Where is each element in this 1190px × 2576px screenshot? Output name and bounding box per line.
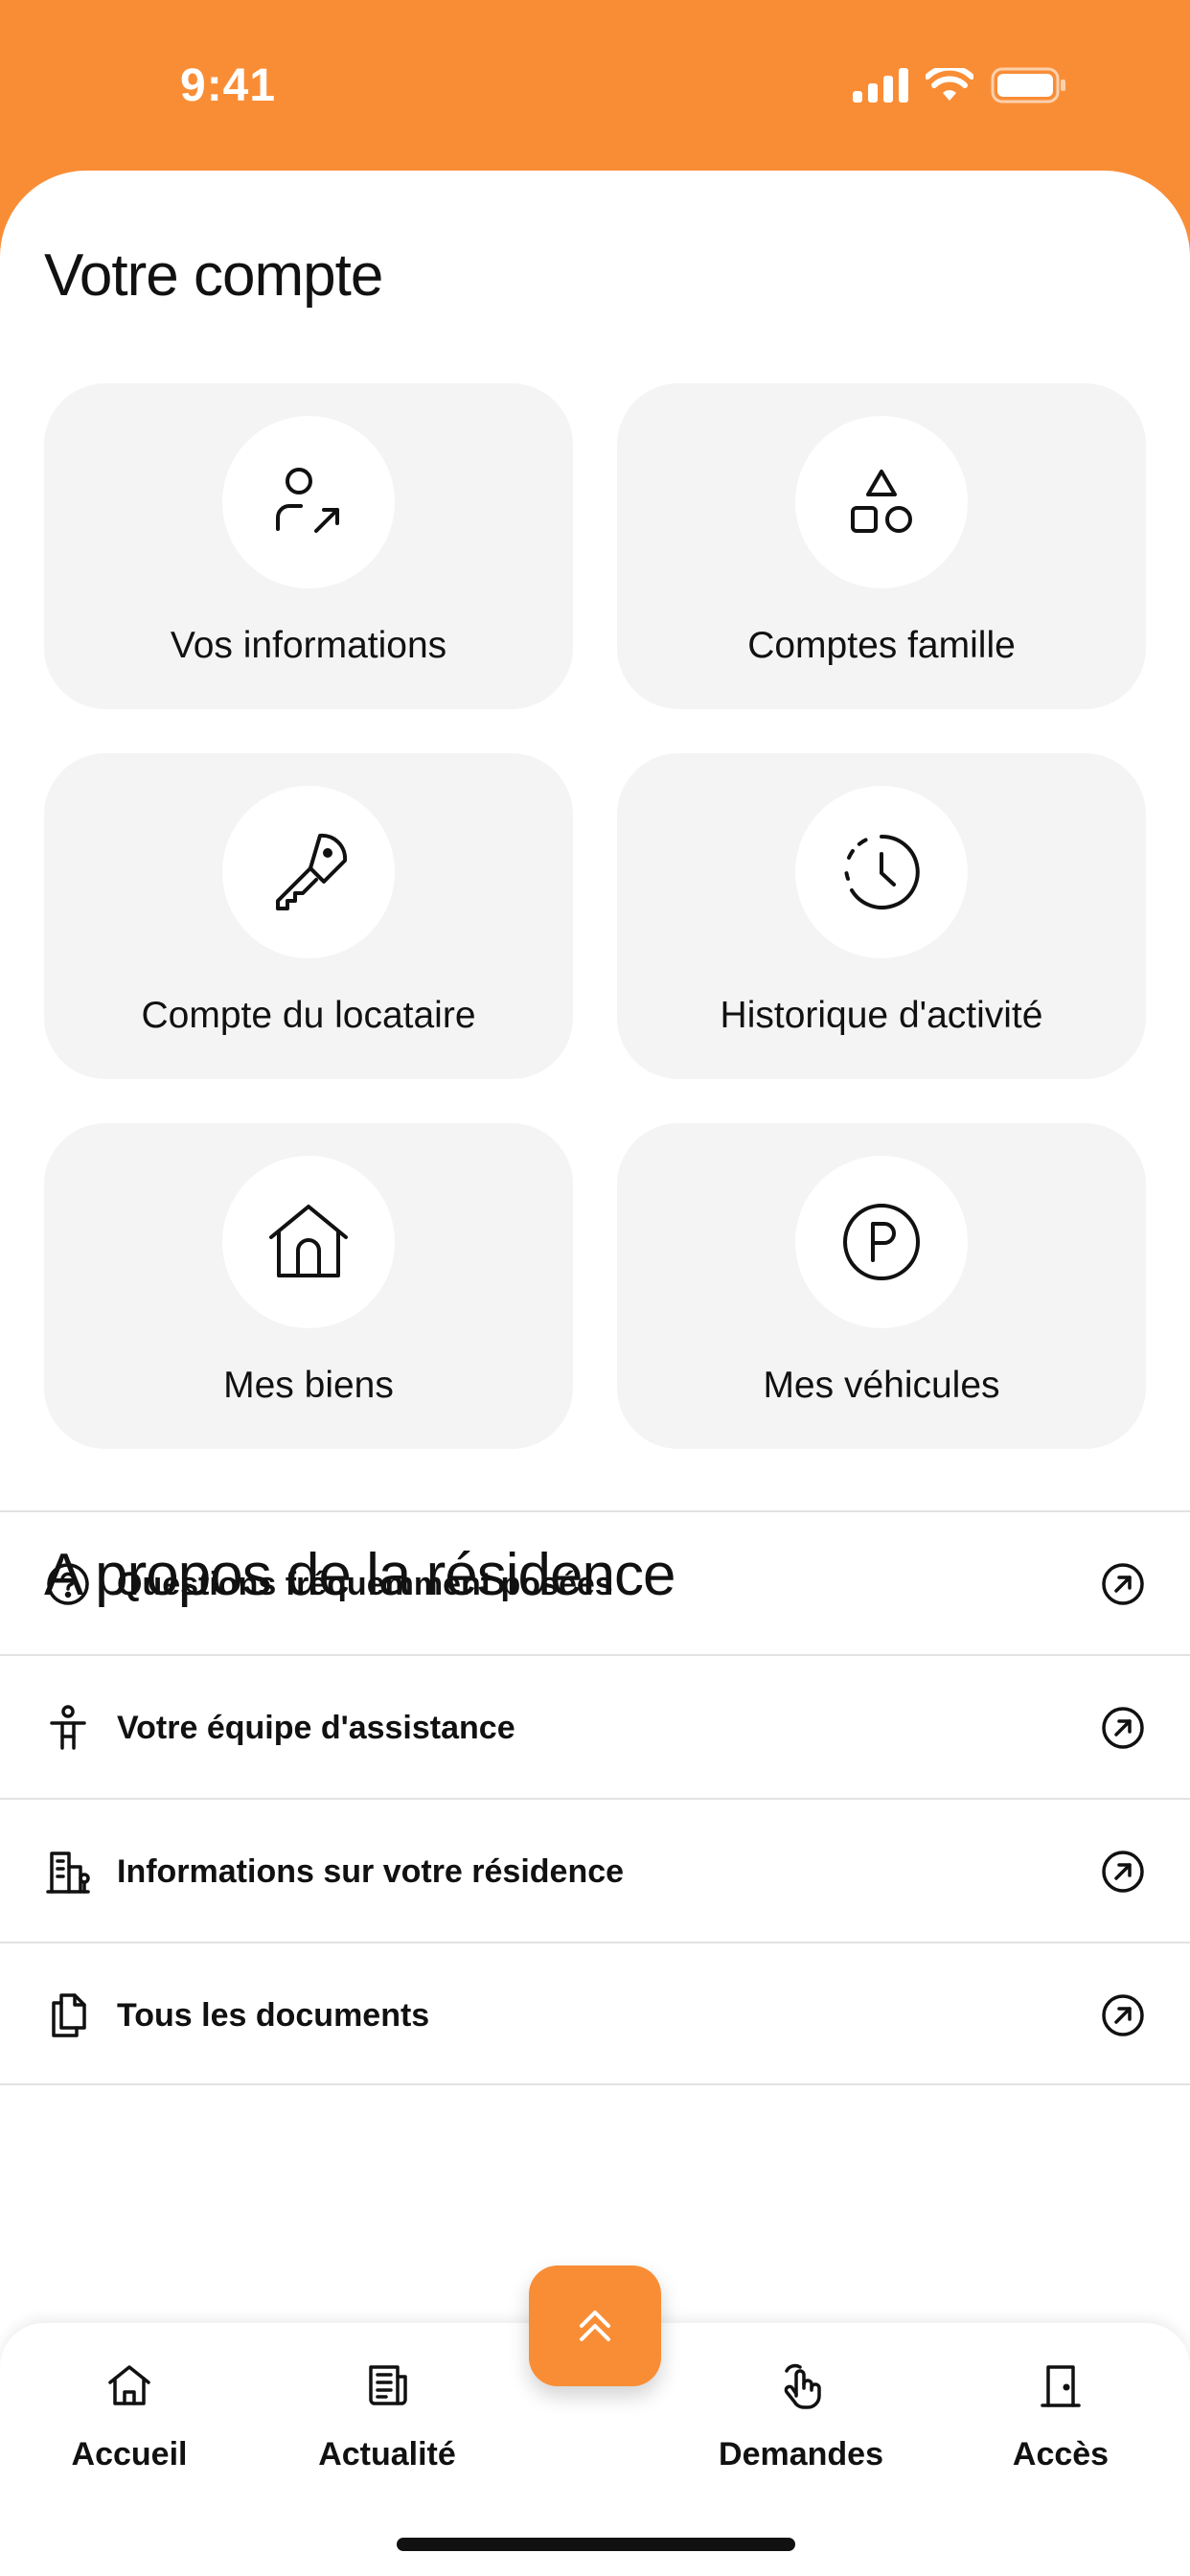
tile-vos-informations[interactable]: Vos informations [44, 383, 573, 709]
arrow-up-right-circle-icon [1102, 1707, 1144, 1749]
double-chevron-up-icon [580, 2311, 610, 2341]
content-sheet: Votre compte Vos informations Comptes fa… [0, 171, 1190, 2576]
list-item-label: Questions fréquemment posées [117, 1566, 613, 1602]
list-item-label: Informations sur votre résidence [117, 1853, 625, 1890]
arrow-up-right-circle-icon [1102, 1563, 1144, 1605]
tile-label: Comptes famille [747, 625, 1016, 666]
tab-label: Accès [1012, 2436, 1110, 2472]
tab-label: Actualité [318, 2436, 456, 2472]
tile-compte-du-locataire[interactable]: Compte du locataire [44, 753, 573, 1079]
person-icon [50, 1705, 86, 1750]
tab-acces[interactable]: Accès [946, 2346, 1176, 2490]
arrow-up-right-circle-icon [1102, 1851, 1144, 1893]
tile-label: Mes biens [223, 1365, 394, 1406]
tab-accueil[interactable]: Accueil [14, 2346, 244, 2490]
cellular-signal-icon [853, 68, 908, 103]
user-arrow-icon [276, 468, 339, 533]
expand-menu-button[interactable] [529, 2266, 661, 2386]
parking-icon [843, 1204, 920, 1280]
documents-icon [52, 1993, 86, 2037]
wifi-icon [926, 68, 973, 101]
list-item-label: Votre équipe d'assistance [117, 1710, 515, 1746]
door-icon [1041, 2365, 1081, 2407]
residence-list: Questions fréquemment posées Votre équip… [0, 1510, 1190, 2085]
key-icon [276, 833, 348, 910]
tile-historique-activite[interactable]: Historique d'activité [617, 753, 1146, 1079]
building-icon [46, 1852, 90, 1894]
list-item-faq[interactable]: Questions fréquemment posées [0, 1510, 1190, 1654]
clock-history-icon [844, 834, 920, 909]
tile-comptes-famille[interactable]: Comptes famille [617, 383, 1146, 709]
list-item-residence-info[interactable]: Informations sur votre résidence [0, 1798, 1190, 1942]
tile-mes-vehicules[interactable]: Mes véhicules [617, 1123, 1146, 1449]
account-section-title: Votre compte [44, 242, 383, 309]
house-icon [269, 1205, 348, 1277]
tile-label: Compte du locataire [141, 995, 476, 1036]
status-time: 9:41 [180, 60, 277, 111]
home-indicator [397, 2538, 795, 2551]
tile-label: Vos informations [170, 625, 447, 666]
home-icon [108, 2365, 150, 2405]
tile-label: Mes véhicules [763, 1365, 1000, 1406]
tab-label: Accueil [71, 2436, 188, 2472]
list-item-label: Tous les documents [117, 1997, 430, 2034]
list-item-support-team[interactable]: Votre équipe d'assistance [0, 1654, 1190, 1798]
tile-mes-biens[interactable]: Mes biens [44, 1123, 573, 1449]
tab-actualite[interactable]: Actualité [272, 2346, 502, 2490]
hand-tap-icon [784, 2363, 821, 2409]
shapes-icon [851, 470, 912, 533]
status-icons [853, 67, 1067, 104]
battery-icon [991, 67, 1065, 104]
news-icon [369, 2365, 407, 2405]
tab-demandes[interactable]: Demandes [686, 2346, 916, 2490]
tile-label: Historique d'activité [720, 995, 1043, 1036]
question-circle-icon [47, 1563, 89, 1605]
tab-label: Demandes [719, 2436, 883, 2472]
status-bar: 9:41 [0, 0, 1190, 172]
list-item-all-documents[interactable]: Tous les documents [0, 1942, 1190, 2085]
arrow-up-right-circle-icon [1102, 1994, 1144, 2036]
